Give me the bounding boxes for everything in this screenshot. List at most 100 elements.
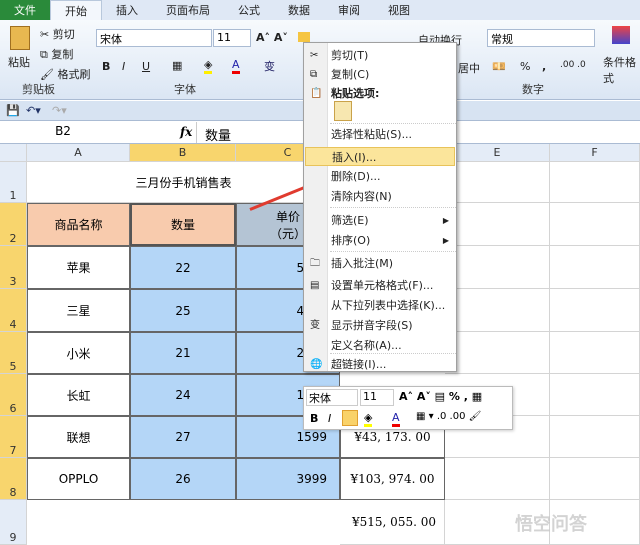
empty-cell[interactable] <box>445 203 550 246</box>
product-name-cell[interactable]: 苹果 <box>27 246 130 289</box>
row-header-4[interactable]: 4 <box>0 289 27 332</box>
context-menu-item[interactable]: 插入(I)... <box>305 147 455 166</box>
empty-cell[interactable] <box>445 332 550 374</box>
header-cell-quantity[interactable]: 数量 <box>130 203 236 246</box>
empty-cell[interactable] <box>445 289 550 332</box>
header-cell-name[interactable]: 商品名称 <box>27 203 130 246</box>
empty-cell[interactable] <box>445 458 550 500</box>
mini-bold-button[interactable]: B <box>310 412 318 425</box>
context-menu-item[interactable]: 🌐 超链接(I)... <box>305 355 455 374</box>
tab-home[interactable]: 开始 <box>50 0 102 20</box>
product-name-cell[interactable]: 三星 <box>27 289 130 332</box>
comma-button[interactable]: , <box>542 60 546 73</box>
mini-italic-button[interactable]: I <box>328 412 331 425</box>
empty-cell[interactable] <box>550 458 640 500</box>
context-menu-item[interactable]: 选择性粘贴(S)... <box>305 125 455 144</box>
tab-data[interactable]: 数据 <box>274 0 324 20</box>
product-name-cell[interactable]: 小米 <box>27 332 130 374</box>
empty-cell[interactable] <box>550 332 640 374</box>
mini-center-icon[interactable] <box>342 410 358 426</box>
context-menu-item[interactable]: 从下拉列表中选择(K)... <box>305 296 455 315</box>
align-center-icon[interactable] <box>298 32 310 42</box>
copy-button[interactable]: ⧉ 复制 <box>40 46 73 62</box>
fill-color-icon[interactable]: ◈ <box>204 58 213 74</box>
number-format-select[interactable]: 常规 <box>487 29 595 47</box>
mini-fill-icon[interactable]: ◈ <box>364 411 373 427</box>
row-header-3[interactable]: 3 <box>0 246 27 289</box>
border-icon[interactable]: ▦ <box>172 59 182 72</box>
row-header-6[interactable]: 6 <box>0 374 27 416</box>
product-name-cell[interactable]: 长虹 <box>27 374 130 416</box>
empty-cell[interactable] <box>445 246 550 289</box>
tab-file[interactable]: 文件 <box>0 0 50 20</box>
font-color-icon[interactable]: A <box>232 58 240 74</box>
column-header-b[interactable]: B <box>130 144 236 162</box>
context-menu-item[interactable]: ▤ 设置单元格格式(F)... <box>305 276 455 295</box>
empty-cell[interactable] <box>550 246 640 289</box>
sheet-title[interactable]: 三月份手机销售表 <box>27 162 340 203</box>
percent-button[interactable]: % <box>520 60 530 73</box>
empty-cell[interactable] <box>550 416 640 458</box>
row-header-1[interactable]: 1 <box>0 162 27 203</box>
empty-cell[interactable] <box>550 203 640 246</box>
save-icon[interactable]: 💾 <box>6 104 20 117</box>
row-header-5[interactable]: 5 <box>0 332 27 374</box>
row-header-2[interactable]: 2 <box>0 203 27 246</box>
bold-button[interactable]: B <box>102 60 110 73</box>
quantity-cell[interactable]: 24 <box>130 374 236 416</box>
tab-formulas[interactable]: 公式 <box>224 0 274 20</box>
merge-center-button[interactable]: 居中 <box>458 60 480 76</box>
product-name-cell[interactable]: OPPLO <box>27 458 130 500</box>
tab-view[interactable]: 视图 <box>374 0 424 20</box>
mini-other-icons[interactable]: ▦ ▾ .0 .00 🖌 <box>416 411 481 422</box>
mini-size-select[interactable]: 11 <box>360 389 394 406</box>
conditional-format-button[interactable]: 条件格式 <box>603 54 640 86</box>
tab-page-layout[interactable]: 页面布局 <box>152 0 224 20</box>
column-header-a[interactable]: A <box>27 144 130 162</box>
font-size-select[interactable]: 11 <box>213 29 251 47</box>
name-box[interactable]: B2 <box>0 124 126 142</box>
quantity-cell[interactable]: 22 <box>130 246 236 289</box>
context-menu-item[interactable]: 删除(D)... <box>305 167 455 186</box>
mini-font-color-icon[interactable]: A <box>392 411 400 427</box>
total-cell[interactable]: ¥515, 055. 00 <box>340 500 445 545</box>
context-menu-item[interactable]: 🗀 插入批注(M) <box>305 254 455 273</box>
decimal-icons[interactable]: .00 .0 <box>560 60 586 70</box>
quantity-cell[interactable]: 27 <box>130 416 236 458</box>
fx-icon[interactable]: fx <box>180 125 192 139</box>
cut-button[interactable]: ✂ 剪切 <box>40 26 75 42</box>
select-all[interactable] <box>0 144 27 162</box>
empty-cell[interactable] <box>550 374 640 416</box>
amount-cell[interactable]: ¥103, 974. 00 <box>340 458 445 500</box>
redo-icon[interactable]: ↷▾ <box>52 104 67 117</box>
quantity-cell[interactable]: 26 <box>130 458 236 500</box>
format-painter-button[interactable]: 🖌 格式刷 <box>40 66 90 82</box>
context-menu-item[interactable]: 排序(O) ▶ <box>305 231 455 250</box>
quantity-cell[interactable]: 21 <box>130 332 236 374</box>
mini-font-size-icons[interactable]: A˄ A˅ ▤ % , ▦ <box>399 390 482 403</box>
paste-icon[interactable] <box>10 26 30 50</box>
grow-font-icon[interactable]: A˄ A˅ <box>256 31 288 44</box>
quantity-cell[interactable]: 25 <box>130 289 236 332</box>
empty-cell[interactable] <box>550 162 640 203</box>
column-header-e[interactable]: E <box>445 144 550 162</box>
conditional-format-icon[interactable] <box>612 26 630 44</box>
paste-button[interactable]: 粘贴 <box>8 54 30 70</box>
tab-insert[interactable]: 插入 <box>102 0 152 20</box>
price-cell[interactable]: 3999 <box>236 458 340 500</box>
context-menu-item[interactable]: ⧉ 复制(C) <box>305 65 455 84</box>
context-menu-item[interactable]: 筛选(E) ▶ <box>305 211 455 230</box>
undo-icon[interactable]: ↶▾ <box>26 104 41 117</box>
currency-icon[interactable]: 💴 <box>492 60 506 73</box>
tab-review[interactable]: 审阅 <box>324 0 374 20</box>
italic-button[interactable]: I <box>122 60 125 73</box>
underline-button[interactable]: U <box>142 60 150 73</box>
font-name-select[interactable]: 宋体 <box>96 29 212 47</box>
context-menu-item[interactable]: 📋 粘贴选项: <box>305 84 455 103</box>
empty-cell[interactable] <box>550 289 640 332</box>
row-header-7[interactable]: 7 <box>0 416 27 458</box>
context-menu-item[interactable]: 清除内容(N) <box>305 187 455 206</box>
phonetic-icon[interactable]: 变 <box>264 58 275 74</box>
context-menu-item[interactable]: ✂ 剪切(T) <box>305 46 455 65</box>
paste-option-icon[interactable] <box>334 101 352 121</box>
